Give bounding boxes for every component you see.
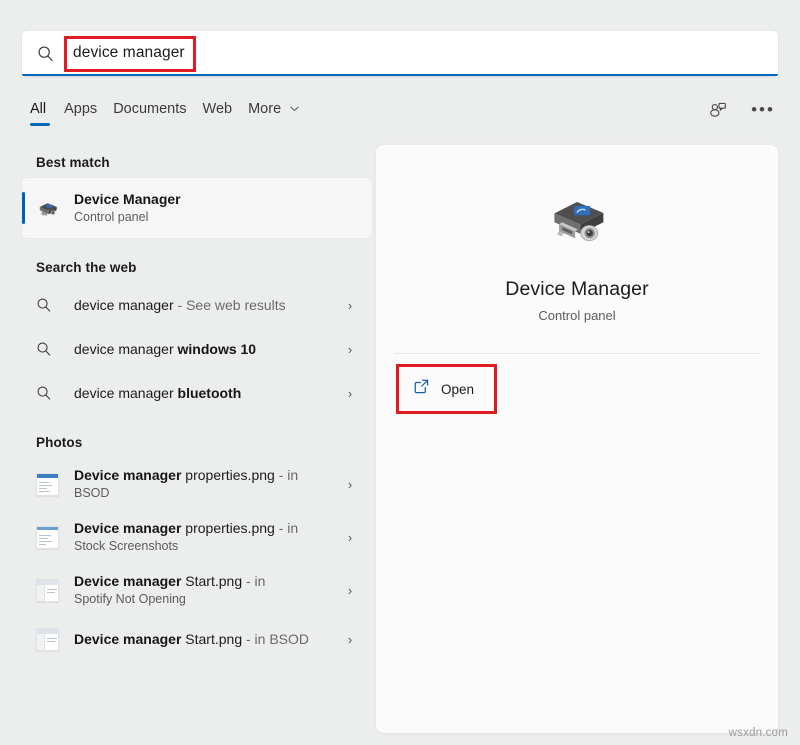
search-icon	[36, 341, 74, 357]
search-query-highlight: device manager	[64, 36, 196, 72]
photo-name-bold: Device manager	[74, 573, 181, 589]
photo-name-rest: Start.png	[181, 631, 242, 647]
tab-apps-label: Apps	[64, 101, 97, 117]
feedback-icon[interactable]	[702, 96, 732, 124]
photo-name-rest: properties.png	[181, 520, 274, 536]
web-result-row[interactable]: device manager windows 10 ›	[22, 327, 372, 371]
tab-more-label: More	[248, 101, 281, 117]
photo-folder: Spotify Not Opening	[74, 591, 338, 609]
preview-panel: Device Manager Control panel Open	[376, 145, 778, 733]
search-input-wrap[interactable]: device manager	[68, 31, 196, 76]
more-options-glyph: •••	[751, 105, 775, 115]
chevron-right-icon[interactable]: ›	[338, 386, 362, 401]
chevron-right-icon[interactable]: ›	[338, 477, 362, 492]
photo-result-text: Device manager Start.png - in Spotify No…	[74, 572, 338, 608]
photo-thumbnail-icon	[36, 579, 74, 602]
tab-documents[interactable]: Documents	[113, 98, 202, 127]
photo-thumbnail-icon	[36, 628, 74, 651]
best-match-item[interactable]: Device Manager Control panel	[22, 178, 372, 238]
photo-in-label: - in	[242, 573, 265, 589]
tab-all-label: All	[30, 101, 46, 117]
web-result-query: device manager	[74, 385, 178, 401]
device-manager-icon	[543, 238, 611, 255]
photo-folder: BSOD	[74, 485, 338, 503]
best-match-title: Device Manager	[74, 190, 181, 208]
tab-web-label: Web	[203, 101, 233, 117]
photo-result-row[interactable]: Device manager Start.png - in Spotify No…	[22, 564, 372, 617]
open-button[interactable]: Open	[403, 371, 490, 407]
photo-folder: Stock Screenshots	[74, 538, 338, 556]
photo-thumbnail-icon	[36, 473, 74, 496]
photo-name-bold: Device manager	[74, 467, 181, 483]
photo-in-label: - in	[275, 467, 298, 483]
photo-thumbnail-icon	[36, 526, 74, 549]
filter-tabs[interactable]: All Apps Documents Web More	[30, 98, 315, 127]
photo-result-text: Device manager Start.png - in BSOD	[74, 630, 338, 649]
tabs-right-actions[interactable]: •••	[702, 96, 778, 124]
open-external-icon	[413, 378, 430, 400]
best-match-subtitle: Control panel	[74, 208, 181, 226]
search-icon	[36, 385, 74, 401]
tab-all[interactable]: All	[30, 98, 64, 127]
photo-in-label: - in BSOD	[242, 631, 309, 647]
search-input[interactable]: device manager	[73, 45, 185, 61]
section-header-search-the-web: Search the web	[36, 260, 372, 275]
more-options-icon[interactable]: •••	[748, 96, 778, 124]
photo-name-bold: Device manager	[74, 631, 181, 647]
web-result-bold: windows 10	[178, 341, 257, 357]
web-result-row[interactable]: device manager bluetooth ›	[22, 371, 372, 415]
photo-name-rest: Start.png	[181, 573, 242, 589]
web-result-text: device manager bluetooth	[74, 384, 338, 403]
tab-web[interactable]: Web	[203, 98, 249, 127]
tab-more[interactable]: More	[248, 98, 315, 127]
photo-result-text: Device manager properties.png - in Stock…	[74, 519, 338, 555]
chevron-right-icon[interactable]: ›	[338, 632, 362, 647]
photo-result-row[interactable]: Device manager Start.png - in BSOD ›	[22, 617, 372, 661]
photo-name-bold: Device manager	[74, 520, 181, 536]
web-result-text: device manager - See web results	[74, 296, 338, 315]
photo-in-label: - in	[275, 520, 298, 536]
results-list: Best match Device Manager Control panel	[22, 145, 372, 733]
watermark: wsxdn.com	[729, 727, 788, 739]
photo-result-row[interactable]: Device manager properties.png - in Stock…	[22, 511, 372, 564]
chevron-down-icon	[290, 104, 299, 115]
web-result-bold: bluetooth	[178, 385, 242, 401]
best-match-text: Device Manager Control panel	[74, 190, 181, 226]
chevron-right-icon[interactable]: ›	[338, 530, 362, 545]
preview-app-subtitle: Control panel	[376, 308, 778, 323]
chevron-right-icon[interactable]: ›	[338, 298, 362, 313]
web-result-query: device manager	[74, 341, 178, 357]
tab-documents-label: Documents	[113, 101, 186, 117]
photo-result-row[interactable]: Device manager properties.png - in BSOD …	[22, 458, 372, 511]
search-bar[interactable]: device manager	[22, 31, 778, 76]
preview-app-name: Device Manager	[376, 278, 778, 301]
open-button-label: Open	[441, 382, 474, 397]
device-manager-icon	[22, 195, 74, 222]
search-icon	[22, 45, 68, 62]
photo-name-rest: properties.png	[181, 467, 274, 483]
web-result-query: device manager	[74, 297, 174, 313]
open-button-highlight: Open	[396, 364, 497, 414]
tab-apps[interactable]: Apps	[64, 98, 113, 127]
open-action-wrap: Open	[376, 354, 497, 414]
search-flyout: device manager All Apps Documents Web Mo…	[0, 0, 800, 745]
chevron-right-icon[interactable]: ›	[338, 583, 362, 598]
section-header-photos: Photos	[36, 435, 372, 450]
web-result-text: device manager windows 10	[74, 340, 338, 359]
web-result-suffix: - See web results	[174, 297, 286, 313]
search-icon	[36, 297, 74, 313]
web-result-row[interactable]: device manager - See web results ›	[22, 283, 372, 327]
chevron-right-icon[interactable]: ›	[338, 342, 362, 357]
section-header-best-match: Best match	[36, 155, 372, 170]
photo-result-text: Device manager properties.png - in BSOD	[74, 466, 338, 502]
preview-hero: Device Manager Control panel	[376, 145, 778, 323]
